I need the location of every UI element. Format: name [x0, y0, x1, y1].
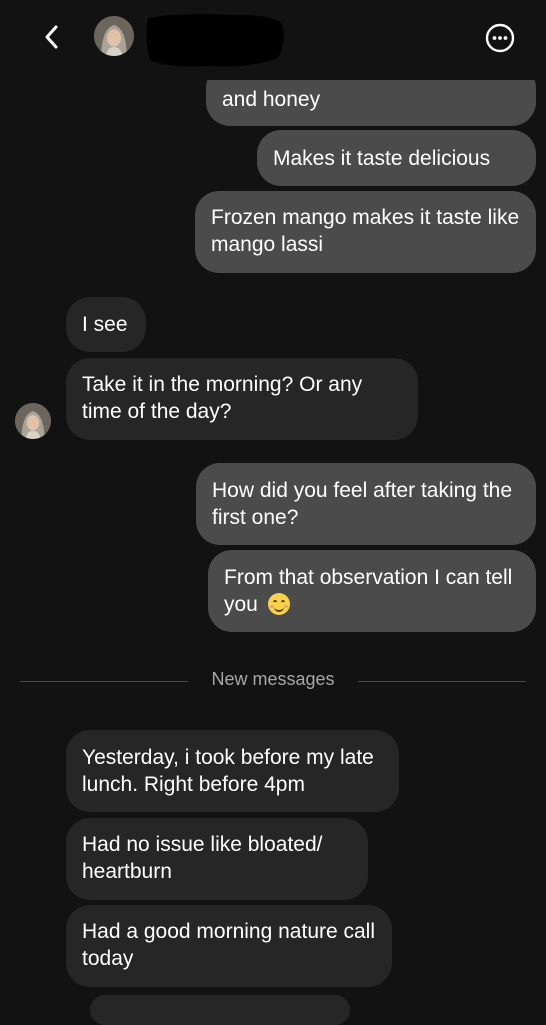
outgoing-message[interactable]: How did you feel after taking the first …: [196, 463, 536, 545]
contact-name-redacted[interactable]: [142, 10, 288, 70]
back-button[interactable]: [38, 20, 68, 54]
message-text: Makes it taste delicious: [273, 147, 491, 170]
chat-header: [0, 0, 546, 80]
message-text: Had no issue like bloated/ heartburn: [82, 833, 323, 883]
incoming-message[interactable]: Yesterday, i took before my late lunch. …: [66, 730, 399, 812]
chevron-left-icon: [45, 25, 58, 49]
contact-avatar[interactable]: [94, 16, 134, 56]
message-text: Frozen mango makes it taste like mango l…: [211, 206, 520, 256]
more-options-icon: [485, 23, 515, 53]
message-text: Yesterday, i took before my late lunch. …: [82, 746, 374, 796]
incoming-message[interactable]: Had no issue like bloated/ heartburn: [66, 818, 368, 900]
divider-line-left: [20, 681, 188, 682]
message-text: How did you feel after taking the first …: [212, 479, 513, 529]
new-messages-divider: New messages: [211, 669, 335, 689]
smiling-face-icon: [267, 593, 290, 615]
message-text: and honey: [222, 88, 321, 111]
message-text: I see: [82, 313, 128, 336]
outgoing-message[interactable]: From that observation I can tell you: [208, 550, 536, 632]
incoming-message[interactable]: Had a good morning nature call today: [66, 905, 392, 987]
incoming-message[interactable]: Take it in the morning? Or any time of t…: [66, 358, 418, 440]
divider-line-right: [358, 681, 526, 682]
sender-avatar[interactable]: [15, 403, 51, 439]
incoming-message[interactable]: I see: [66, 297, 146, 352]
message-text: Take it in the morning? Or any time of t…: [82, 373, 363, 423]
outgoing-message[interactable]: Makes it taste delicious: [257, 130, 536, 186]
outgoing-message[interactable]: Frozen mango makes it taste like mango l…: [195, 191, 536, 273]
message-text: From that observation I can tell you: [224, 566, 513, 616]
message-text: Had a good morning nature call today: [82, 920, 376, 970]
more-options-button[interactable]: [484, 22, 516, 54]
